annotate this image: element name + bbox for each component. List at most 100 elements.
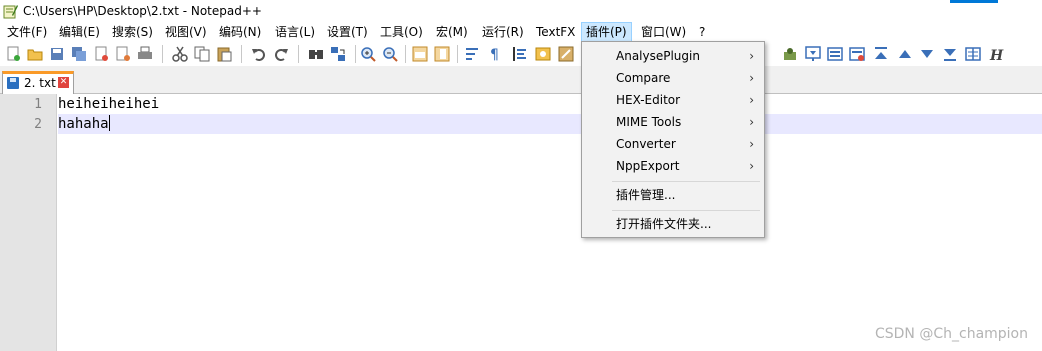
plugin-menu-item-plugin-admin[interactable]: 插件管理... [582,184,764,206]
toolbar-separator [298,45,299,63]
paste-icon[interactable] [216,46,232,62]
menu-item-label: AnalysePlugin [616,49,700,63]
close-file-icon[interactable] [93,46,109,62]
plugin-menu-item-nppexport[interactable]: NppExport › [582,155,764,177]
plugin-menu-item-compare[interactable]: Compare › [582,67,764,89]
tab-label: 2. txt [24,76,56,90]
compare-clear-icon[interactable] [849,46,865,62]
line-number-gutter: 1 2 [0,94,57,351]
saved-file-icon [7,77,19,89]
plugin-menu-item-converter[interactable]: Converter › [582,133,764,155]
menu-macro[interactable]: 宏(M) [432,22,472,42]
notepadpp-app-icon [3,5,18,19]
code-line-text: heiheiheihei [58,96,160,112]
zoom-in-icon[interactable] [360,46,376,62]
menu-item-label: MIME Tools [616,115,682,129]
find-icon[interactable] [308,46,324,62]
menu-item-label: Converter [616,137,676,151]
prev-diff-icon[interactable] [897,46,913,62]
menu-item-label: Compare [616,71,671,85]
plugin-menu-item-analyseplugin[interactable]: AnalysePlugin › [582,45,764,67]
menu-separator [612,181,760,182]
submenu-chevron-icon: › [749,115,754,129]
code-line[interactable]: heiheiheihei [58,94,1042,114]
code-line-text: hahaha [58,116,109,132]
compare-options-icon[interactable] [965,46,981,62]
window-title: C:\Users\HP\Desktop\2.txt - Notepad++ [23,4,262,18]
menu-item-label: 插件管理... [616,188,676,202]
submenu-chevron-icon: › [749,137,754,151]
line-number: 2 [34,117,42,132]
menu-help[interactable]: ? [695,22,709,42]
save-all-icon[interactable] [71,46,87,62]
word-wrap-icon[interactable] [465,46,481,62]
menu-file[interactable]: 文件(F) [3,22,51,42]
cut-icon[interactable] [172,46,188,62]
submenu-chevron-icon: › [749,159,754,173]
menu-item-label: HEX-Editor [616,93,681,107]
redo-icon[interactable] [273,46,289,62]
sync-horizontal-icon[interactable] [434,46,450,62]
menu-plugins[interactable]: 插件(P) [581,22,632,42]
zoom-out-icon[interactable] [382,46,398,62]
first-diff-icon[interactable] [873,46,889,62]
menu-bar: 文件(F) 编辑(E) 搜索(S) 视图(V) 编码(N) 语言(L) 设置(T… [0,22,1042,42]
watermark-text: CSDN @Ch_champion [874,326,1028,342]
menu-item-label: 打开插件文件夹... [616,217,712,231]
submenu-chevron-icon: › [749,49,754,63]
editor-area[interactable]: 1 2 heiheiheihei hahaha [0,94,1042,351]
next-diff-icon[interactable] [919,46,935,62]
toolbar-separator [162,45,163,63]
toolbar-separator [241,45,242,63]
toolbar-separator [457,45,458,63]
plugin-tool-icon[interactable] [782,46,798,62]
tab-bar: 2. txt ✕ [0,66,1042,95]
copy-icon[interactable] [194,46,210,62]
menu-search[interactable]: 搜索(S) [108,22,157,42]
menu-window[interactable]: 窗口(W) [637,22,690,42]
submenu-chevron-icon: › [749,93,754,107]
function-list-icon[interactable] [558,46,574,62]
doc-map-icon[interactable] [535,46,551,62]
last-diff-icon[interactable] [942,46,958,62]
menu-language[interactable]: 语言(L) [271,22,319,42]
tab-close-icon[interactable]: ✕ [58,77,69,88]
title-bar: C:\Users\HP\Desktop\2.txt - Notepad++ [0,0,1042,22]
menu-settings[interactable]: 设置(T) [323,22,372,42]
toolbar-separator [405,45,406,63]
tab-2-txt[interactable]: 2. txt ✕ [2,71,74,95]
plugin-menu-item-open-plugin-folder[interactable]: 打开插件文件夹... [582,213,764,235]
menu-run[interactable]: 运行(R) [478,22,528,42]
undo-icon[interactable] [251,46,267,62]
replace-icon[interactable] [330,46,346,62]
plugin-menu-item-mime-tools[interactable]: MIME Tools › [582,111,764,133]
open-file-icon[interactable] [27,46,43,62]
text-caret [108,115,110,131]
menu-encoding[interactable]: 编码(N) [215,22,265,42]
window-accent-strip [950,0,998,3]
menu-view[interactable]: 视图(V) [161,22,211,42]
menu-separator [612,210,760,211]
submenu-chevron-icon: › [749,71,754,85]
toolbar: ¶ H [0,42,1042,66]
plugin-menu-item-hex-editor[interactable]: HEX-Editor › [582,89,764,111]
code-line-current[interactable]: hahaha [58,114,1042,134]
plugins-dropdown-menu: AnalysePlugin › Compare › HEX-Editor › M… [581,41,765,238]
sync-vertical-icon[interactable] [412,46,428,62]
close-all-icon[interactable] [115,46,131,62]
menu-textfx[interactable]: TextFX [532,22,579,42]
menu-edit[interactable]: 编辑(E) [55,22,104,42]
download-bookmark-icon[interactable] [805,46,821,62]
line-number: 1 [34,97,42,112]
svg-text:¶: ¶ [490,47,499,62]
print-icon[interactable] [137,46,153,62]
save-icon[interactable] [49,46,65,62]
hex-editor-icon[interactable]: H [988,46,1004,62]
compare-panel-icon[interactable] [827,46,843,62]
menu-tools[interactable]: 工具(O) [376,22,427,42]
menu-item-label: NppExport [616,159,680,173]
new-file-icon[interactable] [5,46,21,62]
indent-guide-icon[interactable] [512,46,528,62]
svg-text:H: H [989,48,1004,62]
show-all-chars-icon[interactable]: ¶ [487,46,503,62]
